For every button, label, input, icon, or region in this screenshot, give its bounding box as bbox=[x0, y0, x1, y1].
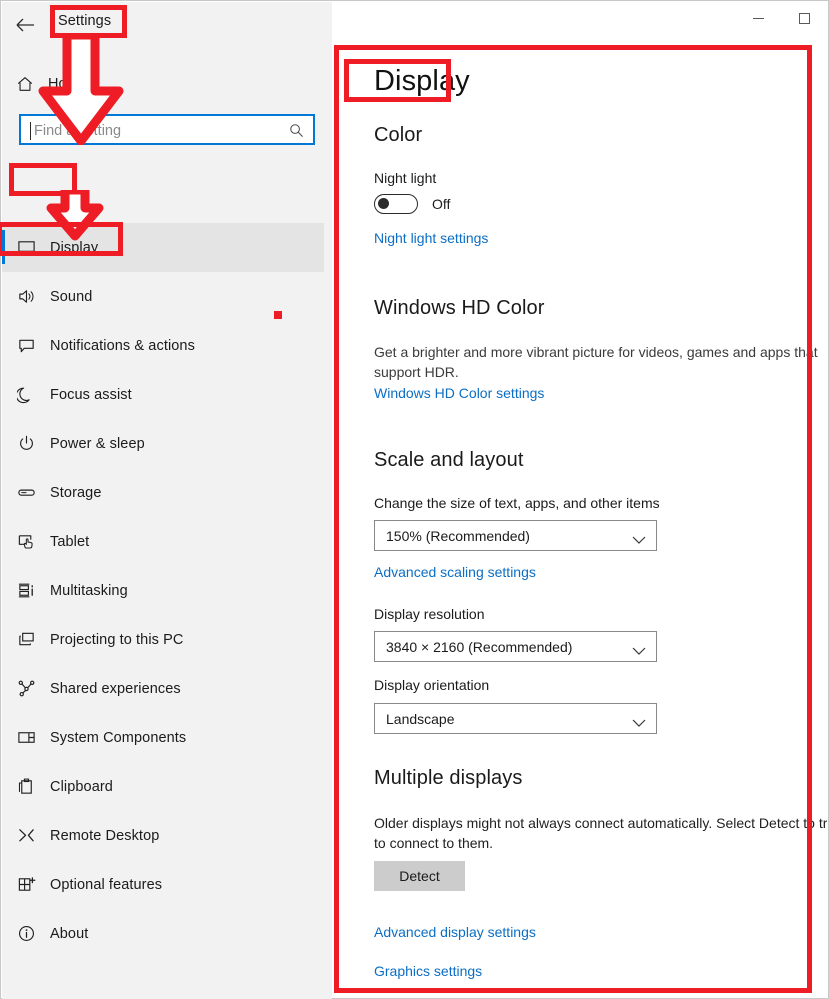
content-pane: Display Color Night light Off Night ligh… bbox=[332, 2, 827, 997]
moon-icon bbox=[2, 385, 50, 404]
night-light-toggle[interactable] bbox=[374, 194, 418, 214]
orientation-label: Display orientation bbox=[374, 677, 490, 693]
sidebar-item-system-components[interactable]: System Components bbox=[2, 713, 324, 762]
multiple-displays-section-heading: Multiple displays bbox=[374, 767, 523, 789]
search-icon[interactable] bbox=[289, 123, 304, 143]
color-section-heading: Color bbox=[374, 124, 423, 146]
title-bar: Settings bbox=[2, 2, 332, 46]
power-icon bbox=[2, 434, 50, 453]
sidebar-item-sound[interactable]: Sound bbox=[2, 272, 324, 321]
info-icon bbox=[2, 924, 50, 943]
share-icon bbox=[2, 679, 50, 698]
sidebar-item-optional-features[interactable]: Optional features bbox=[2, 860, 324, 909]
back-arrow-icon[interactable] bbox=[12, 12, 38, 38]
projecting-icon bbox=[2, 630, 50, 649]
scale-layout-section-heading: Scale and layout bbox=[374, 449, 524, 471]
search-placeholder: Find a setting bbox=[34, 123, 122, 139]
scale-dropdown[interactable]: 150% (Recommended) bbox=[374, 520, 657, 551]
sidebar-item-remote-desktop-label: Remote Desktop bbox=[50, 827, 160, 844]
window-controls bbox=[735, 2, 827, 36]
sidebar-nav-list: Display Sound Notifications & actions Fo… bbox=[2, 223, 324, 958]
night-light-settings-link[interactable]: Night light settings bbox=[374, 230, 488, 246]
maximize-button[interactable] bbox=[781, 2, 827, 34]
resolution-dropdown-value: 3840 × 2160 (Recommended) bbox=[386, 638, 573, 655]
sidebar-item-display-label: Display bbox=[50, 239, 99, 256]
sidebar-item-projecting-to-this-pc-label: Projecting to this PC bbox=[50, 631, 184, 648]
orientation-dropdown-value: Landscape bbox=[386, 710, 455, 727]
components-icon bbox=[2, 728, 50, 747]
navigation-pane: Settings Home Find a setting Display Sou… bbox=[2, 2, 332, 999]
toggle-knob bbox=[378, 198, 389, 209]
sidebar-item-about[interactable]: About bbox=[2, 909, 324, 958]
advanced-scaling-settings-link[interactable]: Advanced scaling settings bbox=[374, 564, 536, 580]
hd-color-description: Get a brighter and more vibrant picture … bbox=[374, 344, 818, 380]
night-light-state: Off bbox=[432, 196, 451, 212]
text-caret bbox=[30, 122, 31, 140]
settings-window-screenshot: Settings Home Find a setting Display Sou… bbox=[0, 0, 829, 999]
sidebar-item-about-label: About bbox=[50, 925, 89, 942]
sidebar-item-power-sleep-label: Power & sleep bbox=[50, 435, 145, 452]
chevron-down-icon bbox=[632, 532, 646, 550]
optional-features-icon bbox=[2, 875, 50, 894]
orientation-dropdown[interactable]: Landscape bbox=[374, 703, 657, 734]
night-light-toggle-row: Off bbox=[374, 194, 450, 214]
resolution-label: Display resolution bbox=[374, 606, 485, 622]
sidebar-item-power-sleep[interactable]: Power & sleep bbox=[2, 419, 324, 468]
window-title: Settings bbox=[58, 13, 112, 29]
notification-icon bbox=[2, 336, 50, 355]
sidebar-item-multitasking-label: Multitasking bbox=[50, 582, 128, 599]
sidebar-item-remote-desktop[interactable]: Remote Desktop bbox=[2, 811, 324, 860]
sidebar-item-shared-experiences-label: Shared experiences bbox=[50, 680, 181, 697]
minimize-button[interactable] bbox=[735, 2, 781, 34]
tablet-icon bbox=[2, 532, 50, 551]
sidebar-item-system-components-label: System Components bbox=[50, 729, 187, 746]
sidebar-item-focus-assist[interactable]: Focus assist bbox=[2, 370, 324, 419]
hd-color-section-heading: Windows HD Color bbox=[374, 297, 545, 319]
advanced-display-settings-link[interactable]: Advanced display settings bbox=[374, 924, 536, 940]
page-title: Display bbox=[374, 65, 470, 97]
sidebar-item-clipboard-label: Clipboard bbox=[50, 778, 113, 795]
storage-icon bbox=[2, 483, 50, 502]
hd-color-settings-link[interactable]: Windows HD Color settings bbox=[374, 385, 544, 401]
night-light-label: Night light bbox=[374, 170, 437, 186]
speaker-icon bbox=[2, 287, 50, 306]
sidebar-item-home[interactable]: Home bbox=[2, 68, 324, 100]
search-input[interactable]: Find a setting bbox=[19, 114, 315, 145]
monitor-icon bbox=[2, 238, 50, 257]
sidebar-item-focus-assist-label: Focus assist bbox=[50, 386, 132, 403]
sidebar-item-display[interactable]: Display bbox=[2, 223, 324, 272]
sidebar-item-shared-experiences[interactable]: Shared experiences bbox=[2, 664, 324, 713]
sidebar-item-tablet-label: Tablet bbox=[50, 533, 90, 550]
sidebar-item-storage-label: Storage bbox=[50, 484, 102, 501]
scale-label: Change the size of text, apps, and other… bbox=[374, 495, 660, 511]
multitasking-icon bbox=[2, 581, 50, 600]
chevron-down-icon bbox=[632, 643, 646, 661]
multiple-displays-description: Older displays might not always connect … bbox=[374, 815, 827, 851]
minimize-icon bbox=[752, 17, 764, 19]
sidebar-item-projecting-to-this-pc[interactable]: Projecting to this PC bbox=[2, 615, 324, 664]
clipboard-icon bbox=[2, 777, 50, 796]
sidebar-scrollbar[interactable] bbox=[325, 52, 332, 999]
sidebar-item-notifications-actions-label: Notifications & actions bbox=[50, 337, 195, 354]
remote-desktop-icon bbox=[2, 826, 50, 845]
sidebar-item-multitasking[interactable]: Multitasking bbox=[2, 566, 324, 615]
sidebar-item-sound-label: Sound bbox=[50, 288, 93, 305]
sidebar-item-home-label: Home bbox=[48, 76, 87, 92]
detect-button[interactable]: Detect bbox=[374, 861, 465, 891]
chevron-down-icon bbox=[632, 715, 646, 733]
sidebar-item-notifications-actions[interactable]: Notifications & actions bbox=[2, 321, 324, 370]
scale-dropdown-value: 150% (Recommended) bbox=[386, 527, 530, 544]
resolution-dropdown[interactable]: 3840 × 2160 (Recommended) bbox=[374, 631, 657, 662]
sidebar-item-storage[interactable]: Storage bbox=[2, 468, 324, 517]
sidebar-item-tablet[interactable]: Tablet bbox=[2, 517, 324, 566]
graphics-settings-link[interactable]: Graphics settings bbox=[374, 963, 482, 979]
display-settings-content: Display Color Night light Off Night ligh… bbox=[352, 47, 827, 997]
sidebar-item-clipboard[interactable]: Clipboard bbox=[2, 762, 324, 811]
maximize-icon bbox=[798, 12, 810, 24]
window-frame: Settings Home Find a setting Display Sou… bbox=[0, 0, 829, 999]
sidebar-item-optional-features-label: Optional features bbox=[50, 876, 163, 893]
home-icon bbox=[2, 75, 48, 93]
